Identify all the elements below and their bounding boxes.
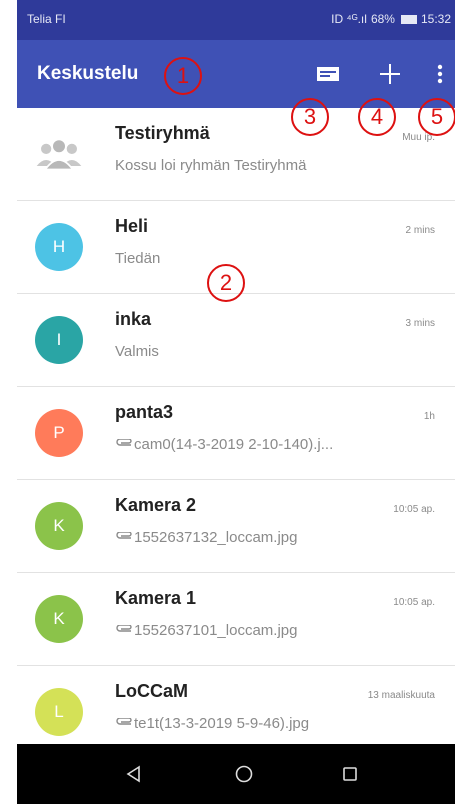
conversation-preview: 1552637101_loccam.jpg <box>134 622 298 639</box>
conversation-time: 10:05 ap. <box>393 597 435 608</box>
annotation-callout-3: 3 <box>291 98 329 136</box>
conversation-preview-row: cam0(14-3-2019 2-10-140).j... <box>115 436 333 453</box>
conversation-item[interactable]: P panta3 cam0(14-3-2019 2-10-140).j... 1… <box>17 387 455 480</box>
battery-percent: 68% <box>370 12 395 26</box>
conversation-preview: Valmis <box>115 343 159 360</box>
recents-square-icon[interactable] <box>337 761 363 787</box>
conversation-preview-row: 1552637101_loccam.jpg <box>115 622 297 639</box>
app-bar: Keskustelu <box>17 40 455 108</box>
conversation-preview-row: te1t(13-3-2019 5-9-46).jpg <box>115 715 309 732</box>
group-avatar-icon <box>35 130 83 178</box>
phone-screen: Telia FI ID ⁴ᴳ.ıl 68% 15:32 Keskustelu T… <box>17 0 455 804</box>
conversation-name: Testiryhmä <box>115 123 210 143</box>
conversation-time: 2 mins <box>405 225 435 236</box>
avatar: K <box>35 595 83 643</box>
conversation-preview: 1552637132_loccam.jpg <box>134 529 298 546</box>
conversation-preview-row: 1552637132_loccam.jpg <box>115 529 297 546</box>
clock: 15:32 <box>420 12 451 26</box>
conversation-list: Testiryhmä Kossu loi ryhmän Testiryhmä M… <box>17 108 455 759</box>
page-title: Keskustelu <box>37 63 139 84</box>
add-icon[interactable] <box>372 56 408 92</box>
message-icon[interactable] <box>310 56 346 92</box>
conversation-time: 3 mins <box>405 318 435 329</box>
attachment-icon <box>116 718 132 725</box>
conversation-name: inka <box>115 309 152 329</box>
home-circle-icon[interactable] <box>231 761 257 787</box>
conversation-preview: Tiedän <box>115 250 161 267</box>
annotation-callout-4: 4 <box>358 98 396 136</box>
conversation-preview: cam0(14-3-2019 2-10-140).j... <box>134 436 334 453</box>
conversation-name: panta3 <box>115 402 174 422</box>
annotation-callout-1: 1 <box>164 57 202 95</box>
conversation-name: Heli <box>115 216 149 236</box>
conversation-time: 13 maaliskuuta <box>367 690 435 701</box>
avatar: H <box>35 223 83 271</box>
avatar: L <box>35 688 83 736</box>
conversation-time: 10:05 ap. <box>393 504 435 515</box>
attachment-icon <box>116 532 132 539</box>
back-triangle-icon[interactable] <box>121 761 147 787</box>
conversation-preview: Kossu loi ryhmän Testiryhmä <box>115 157 307 174</box>
conversation-name: Kamera 2 <box>115 495 197 515</box>
conversation-name: LoCCaM <box>115 681 188 701</box>
attachment-icon <box>116 625 132 632</box>
carrier-label: Telia FI <box>27 12 66 26</box>
more-vert-icon[interactable] <box>422 56 455 92</box>
android-nav-bar <box>17 744 455 804</box>
conversation-preview: te1t(13-3-2019 5-9-46).jpg <box>134 715 310 732</box>
avatar: K <box>35 502 83 550</box>
signal-indicator: ID ⁴ᴳ.ıl <box>331 12 367 26</box>
conversation-item[interactable]: I inka Valmis 3 mins <box>17 294 455 387</box>
status-bar: Telia FI ID ⁴ᴳ.ıl 68% 15:32 <box>17 0 455 40</box>
conversation-item[interactable]: K Kamera 2 1552637132_loccam.jpg 10:05 a… <box>17 480 455 573</box>
avatar: P <box>35 409 83 457</box>
conversation-item[interactable]: K Kamera 1 1552637101_loccam.jpg 10:05 a… <box>17 573 455 666</box>
status-right: ID ⁴ᴳ.ıl 68% 15:32 <box>331 12 451 26</box>
battery-icon <box>400 14 417 24</box>
conversation-time: 1h <box>423 411 435 422</box>
conversation-name: Kamera 1 <box>115 588 197 608</box>
attachment-icon <box>116 439 132 446</box>
annotation-callout-2: 2 <box>207 264 245 302</box>
avatar: I <box>35 316 83 364</box>
annotation-callout-5: 5 <box>418 98 455 136</box>
